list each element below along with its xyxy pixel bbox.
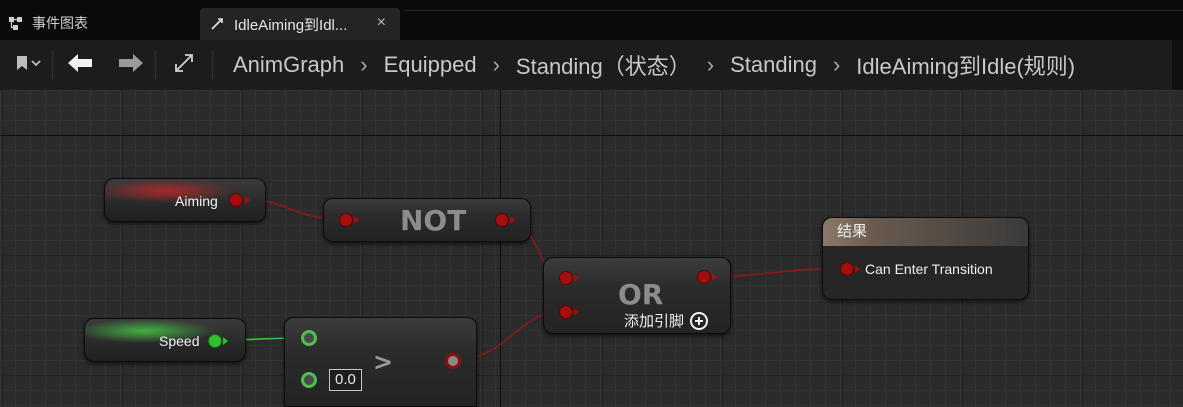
graph-origin-axis-vertical [500,90,501,407]
or-input-a-pin[interactable] [560,272,572,284]
result-node[interactable]: 结果 Can Enter Transition [822,217,1029,300]
chevron-right-icon: › [360,52,368,77]
graph-toolbar: AnimGraph › Equipped › Standing（状态） › St… [0,40,1172,90]
pin-arrow-icon [574,274,579,282]
pin-arrow-icon [354,216,359,224]
speed-variable-node[interactable]: Speed [84,318,246,362]
close-icon[interactable]: × [377,14,386,32]
node-title: > [373,348,394,376]
tab-event-graph[interactable]: 事件图表 [0,6,196,40]
forward-button[interactable] [107,40,155,90]
node-title: 结果 [823,218,1028,246]
chevron-right-icon: › [832,52,841,77]
add-pin-button[interactable]: 添加引脚 [624,310,709,331]
tab-label: 事件图表 [32,15,88,31]
node-title: NOT [400,204,467,237]
pin-label: Can Enter Transition [865,261,993,277]
plus-circle-icon [690,311,709,330]
not-output-pin[interactable] [496,214,508,226]
pin-arrow-icon [245,196,250,204]
toolbar-scroll-edge [1172,40,1183,90]
not-node[interactable]: NOT [323,198,531,242]
variable-label: Speed [159,333,200,349]
tab-label: IdleAiming到Idl... [234,16,348,34]
or-node[interactable]: OR 添加引脚 [543,257,731,334]
node-title: OR [618,278,664,311]
tab-transition-rule[interactable]: IdleAiming到Idl... × [200,8,400,40]
pin-arrow-icon [574,308,579,316]
arrow-left-icon [67,53,93,78]
greater-input-a-pin[interactable] [301,330,317,346]
or-output-pin[interactable] [698,271,710,283]
or-input-b-pin[interactable] [560,306,572,318]
expand-icon [173,52,195,79]
event-graph-icon [8,15,24,31]
back-button[interactable] [53,40,107,90]
breadcrumb-standing-state[interactable]: Standing（状态） [516,49,691,81]
transition-icon [210,17,224,31]
aiming-output-pin[interactable] [230,194,242,206]
arrow-right-icon [118,53,144,78]
greater-output-pin[interactable] [445,353,461,369]
add-pin-label: 添加引脚 [624,313,685,330]
default-value-input[interactable]: 0.0 [329,369,362,391]
expand-button[interactable] [156,40,212,90]
chevron-right-icon: › [492,52,500,77]
greater-than-node[interactable]: 0.0 > [284,317,477,407]
can-enter-transition-pin[interactable] [841,263,853,275]
speed-output-pin[interactable] [209,335,221,347]
breadcrumb-standing[interactable]: Standing [730,52,817,78]
pin-arrow-icon [223,337,228,345]
graph-origin-axis-horizontal [0,135,1183,136]
pin-arrow-icon [855,265,860,273]
tab-bar: 事件图表 IdleAiming到Idl... × [0,0,1183,40]
greater-input-b-pin[interactable] [301,372,317,388]
pin-arrow-icon [712,273,717,281]
breadcrumb-transition-rule[interactable]: IdleAiming到Idle(规则) [856,49,1075,81]
aiming-variable-node[interactable]: Aiming [104,178,266,222]
bookmark-icon [11,55,41,76]
tab-divider [404,10,1183,11]
variable-label: Aiming [175,193,218,209]
not-input-pin[interactable] [340,214,352,226]
breadcrumb: AnimGraph › Equipped › Standing（状态） › St… [213,49,1075,81]
breadcrumb-equipped[interactable]: Equipped [384,52,477,78]
bookmark-button[interactable] [0,40,52,90]
chevron-right-icon: › [706,52,715,77]
breadcrumb-anim-graph[interactable]: AnimGraph [233,52,344,78]
pin-arrow-icon [510,216,515,224]
